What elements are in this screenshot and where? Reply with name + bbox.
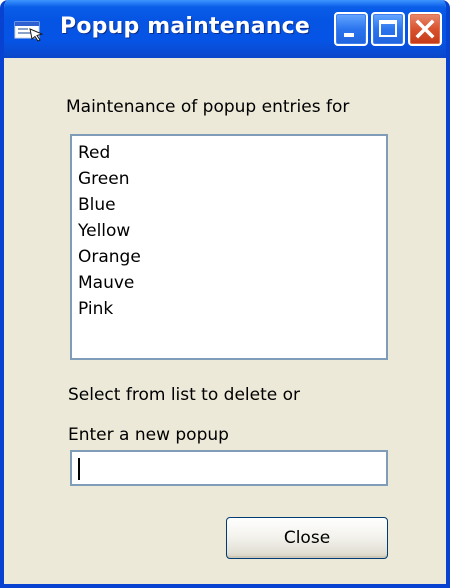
title-bar[interactable]: Popup maintenance <box>4 0 446 58</box>
list-item[interactable]: Pink <box>78 296 380 322</box>
close-button[interactable]: Close <box>226 517 388 559</box>
heading-label: Maintenance of popup entries for <box>66 97 350 117</box>
maximize-icon <box>379 20 397 37</box>
popup-entries-listbox[interactable]: Red Green Blue Yellow Orange Mauve Pink <box>70 134 388 360</box>
window-title: Popup maintenance <box>60 14 310 39</box>
select-hint-label: Select from list to delete or <box>68 385 301 405</box>
close-window-button[interactable] <box>408 12 442 46</box>
list-item[interactable]: Red <box>78 140 380 166</box>
minimize-icon <box>344 33 354 37</box>
minimize-button[interactable] <box>334 12 368 46</box>
list-item[interactable]: Yellow <box>78 218 380 244</box>
popup-maintenance-window: Popup maintenance Maintenance of popup e… <box>0 0 450 588</box>
list-item[interactable]: Blue <box>78 192 380 218</box>
new-popup-input[interactable] <box>70 450 388 486</box>
list-item[interactable]: Green <box>78 166 380 192</box>
window-app-icon[interactable] <box>12 18 46 42</box>
text-caret <box>78 458 80 480</box>
close-icon <box>415 19 435 39</box>
list-item[interactable]: Mauve <box>78 270 380 296</box>
enter-popup-label: Enter a new popup <box>68 425 229 445</box>
list-item[interactable]: Orange <box>78 244 380 270</box>
maximize-button[interactable] <box>371 12 405 46</box>
